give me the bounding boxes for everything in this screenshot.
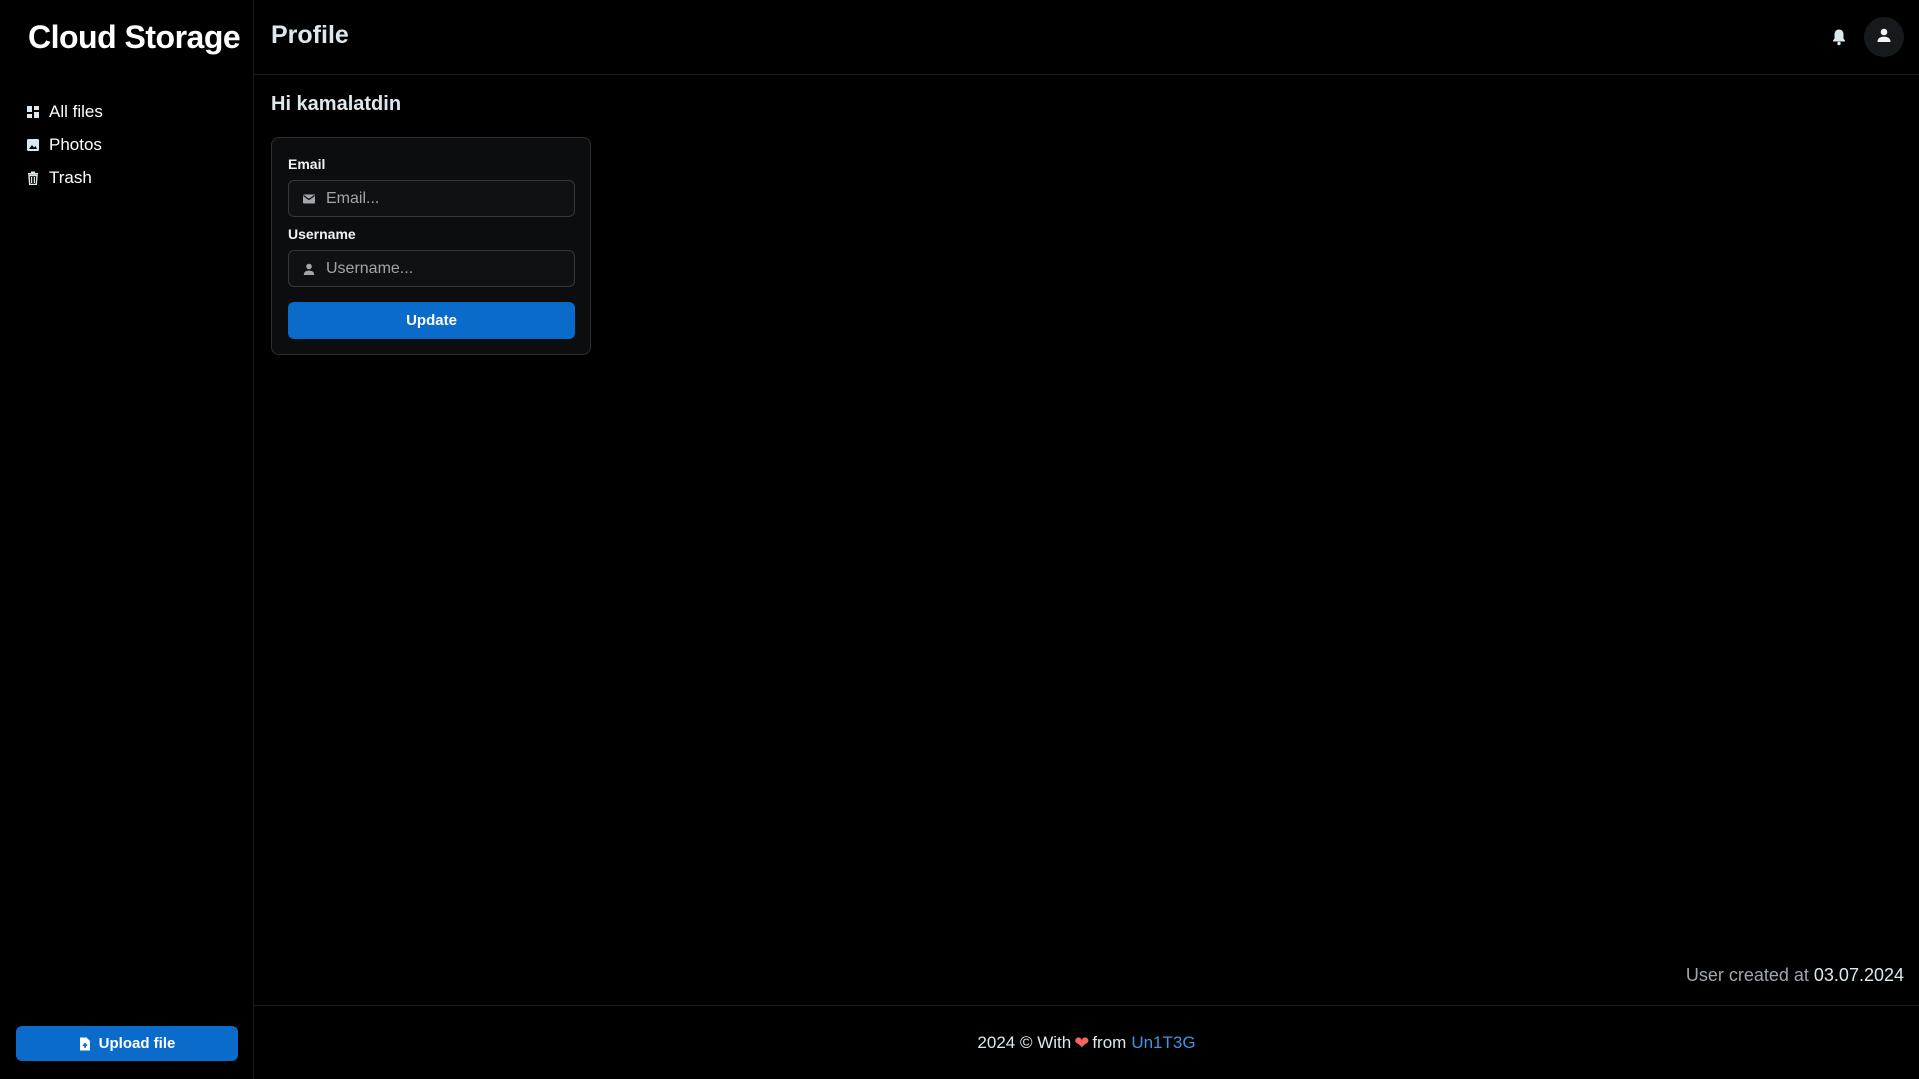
- sidebar-item-label: All files: [49, 101, 103, 121]
- created-date: 03.07.2024: [1813, 965, 1904, 985]
- app-root: Cloud Storage All files Photos Trash Upl…: [0, 0, 1919, 1079]
- email-label: Email: [288, 156, 326, 172]
- username-field[interactable]: [288, 250, 575, 287]
- footer-text-after: from: [1092, 1033, 1127, 1052]
- author-link[interactable]: Un1T3G: [1131, 1033, 1195, 1053]
- file-upload-icon: [79, 1037, 91, 1051]
- sidebar-nav: All files Photos Trash: [26, 95, 103, 194]
- profile-form-card: Email Username Update: [271, 137, 591, 355]
- image-icon: [26, 138, 40, 152]
- user-created-info: User created at 03.07.2024: [1686, 965, 1904, 986]
- person-icon: [302, 262, 316, 276]
- sidebar-item-trash[interactable]: Trash: [26, 161, 103, 194]
- created-prefix: User created at: [1685, 965, 1809, 985]
- footer-text-before: 2024 © With: [977, 1033, 1072, 1052]
- email-input[interactable]: [324, 188, 574, 209]
- mail-icon: [302, 192, 316, 206]
- username-label: Username: [288, 226, 356, 242]
- sidebar-item-label: Photos: [49, 134, 102, 154]
- upload-file-button[interactable]: Upload file: [16, 1026, 238, 1061]
- heart-icon: ❤: [1074, 1032, 1090, 1053]
- sidebar: Cloud Storage All files Photos Trash Upl…: [0, 0, 254, 1079]
- page-title: Profile: [271, 21, 349, 49]
- brand-title: Cloud Storage: [28, 19, 241, 55]
- update-button[interactable]: Update: [288, 302, 575, 339]
- footer: 2024 © With ❤ from Un1T3G: [254, 1005, 1919, 1079]
- sidebar-item-photos[interactable]: Photos: [26, 128, 103, 161]
- upload-file-label: Upload file: [98, 1035, 176, 1052]
- top-bar: Profile: [254, 0, 1919, 75]
- user-avatar-button[interactable]: [1864, 17, 1904, 57]
- person-icon: [1876, 27, 1892, 48]
- sidebar-item-label: Trash: [49, 167, 92, 187]
- dashboard-icon: [26, 105, 40, 119]
- notifications-bell-icon[interactable]: [1831, 28, 1847, 46]
- sidebar-item-all-files[interactable]: All files: [26, 95, 103, 128]
- main-content: Profile Hi kamalatdin Email Username: [254, 0, 1919, 1079]
- trash-icon: [26, 171, 40, 185]
- username-input[interactable]: [324, 258, 574, 279]
- profile-greeting: Hi kamalatdin: [271, 93, 402, 115]
- email-field[interactable]: [288, 180, 575, 217]
